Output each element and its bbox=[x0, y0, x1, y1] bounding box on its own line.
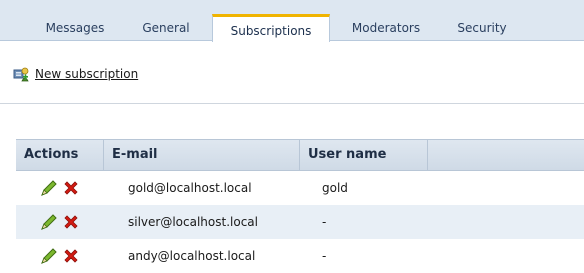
tab-moderators-label: Moderators bbox=[351, 21, 421, 35]
email-cell: silver@localhost.local bbox=[128, 215, 258, 229]
tab-general-label: General bbox=[142, 21, 190, 35]
column-header-username[interactable]: User name bbox=[300, 140, 428, 170]
delete-x-icon[interactable] bbox=[62, 213, 80, 231]
tab-security-label: Security bbox=[457, 21, 507, 35]
column-header-email[interactable]: E-mail bbox=[104, 140, 300, 170]
new-subscription-label: New subscription bbox=[35, 67, 139, 81]
delete-x-icon[interactable] bbox=[62, 179, 80, 197]
table-header: Actions E-mail User name bbox=[16, 139, 584, 171]
tab-subscriptions-label: Subscriptions bbox=[230, 24, 312, 38]
username-cell: - bbox=[322, 249, 327, 263]
tab-subscriptions[interactable]: Subscriptions bbox=[212, 14, 330, 42]
email-cell: gold@localhost.local bbox=[128, 181, 252, 195]
tab-strip: Messages General Subscriptions Moderator… bbox=[0, 0, 584, 42]
tab-messages-label: Messages bbox=[45, 21, 105, 35]
username-cell: - bbox=[322, 215, 327, 229]
table-row: gold@localhost.local gold bbox=[16, 171, 584, 205]
subscriptions-table: Actions E-mail User name gold@localhost.… bbox=[16, 139, 584, 273]
table-row: andy@localhost.local - bbox=[16, 239, 584, 273]
column-header-actions: Actions bbox=[16, 140, 104, 170]
new-subscription-icon bbox=[13, 66, 29, 82]
email-cell: andy@localhost.local bbox=[128, 249, 256, 263]
new-subscription-button[interactable]: New subscription bbox=[13, 65, 138, 83]
tab-security[interactable]: Security bbox=[442, 17, 522, 41]
tab-messages[interactable]: Messages bbox=[28, 17, 122, 41]
delete-x-icon[interactable] bbox=[62, 247, 80, 265]
edit-pencil-icon[interactable] bbox=[40, 179, 58, 197]
username-cell: gold bbox=[322, 181, 348, 195]
edit-pencil-icon[interactable] bbox=[40, 213, 58, 231]
tab-general[interactable]: General bbox=[127, 17, 205, 41]
tab-moderators[interactable]: Moderators bbox=[334, 17, 438, 41]
table-row: silver@localhost.local - bbox=[16, 205, 584, 239]
edit-pencil-icon[interactable] bbox=[40, 247, 58, 265]
